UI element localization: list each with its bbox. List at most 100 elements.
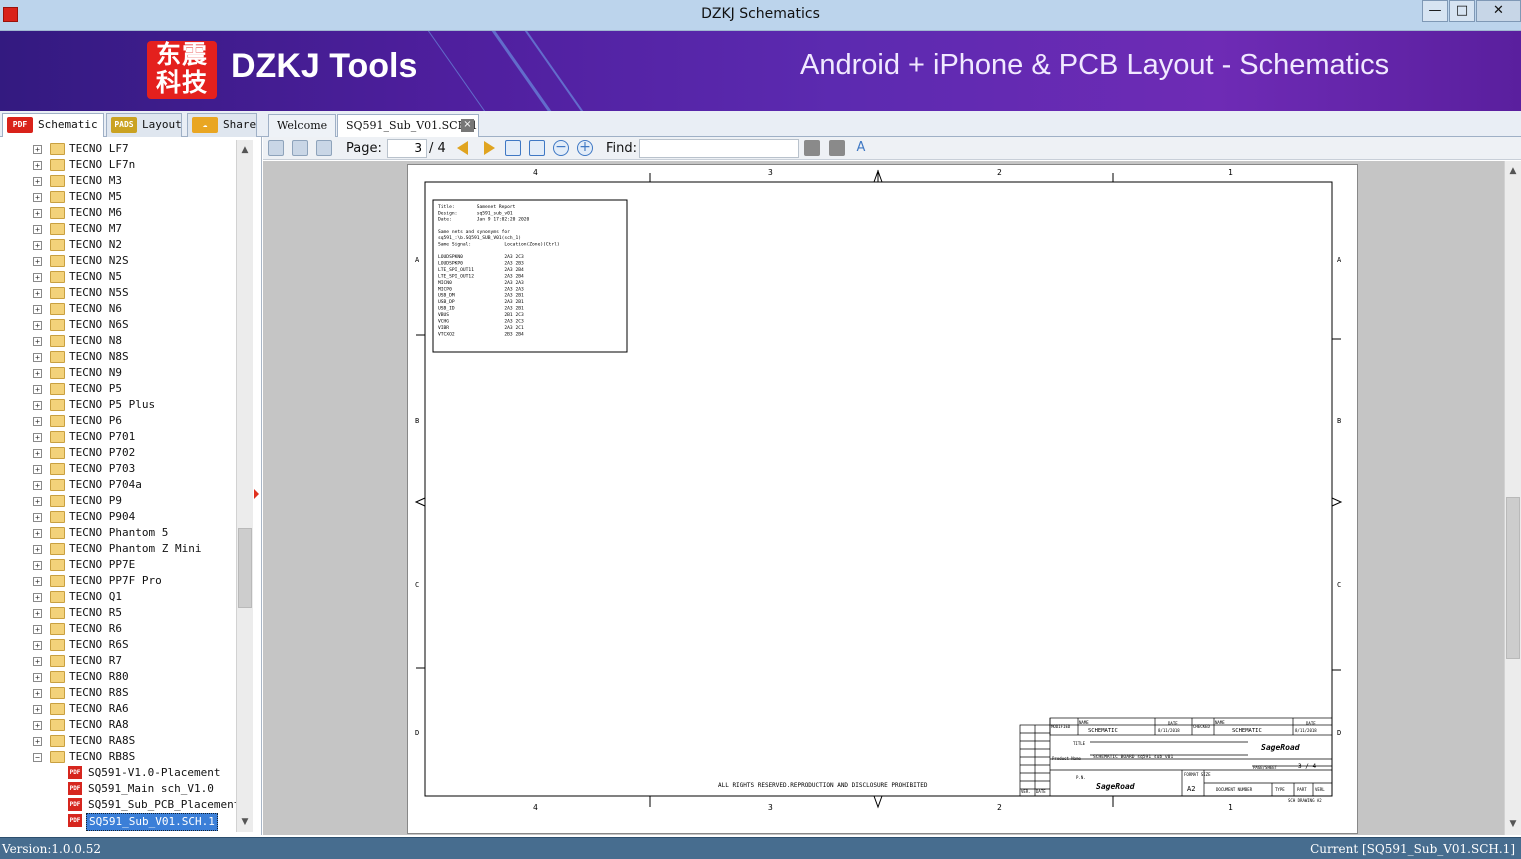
expand-icon[interactable]: + (33, 385, 42, 394)
expand-icon[interactable]: + (33, 273, 42, 282)
tree-folder[interactable]: + TECNO RA6 (0, 701, 234, 717)
tree-folder[interactable]: + TECNO RA8 (0, 717, 234, 733)
tree-folder[interactable]: + TECNO RA8S (0, 733, 234, 749)
expand-icon[interactable]: + (33, 529, 42, 538)
expand-icon[interactable]: + (33, 225, 42, 234)
expand-icon[interactable]: + (33, 177, 42, 186)
tree-folder[interactable]: + TECNO P701 (0, 429, 234, 445)
tree-folder[interactable]: + TECNO Phantom Z Mini (0, 541, 234, 557)
tree-folder[interactable]: + TECNO LF7 (0, 141, 234, 157)
tree-folder[interactable]: + TECNO N9 (0, 365, 234, 381)
fit-page-icon[interactable] (529, 140, 545, 156)
tree-scroll-thumb[interactable] (238, 528, 252, 608)
tree-folder[interactable]: + TECNO P5 (0, 381, 234, 397)
continuous-page-icon[interactable] (316, 140, 332, 156)
expand-icon[interactable]: + (33, 257, 42, 266)
tab-document[interactable]: SQ591_Sub_V01.SCH.1 × (337, 114, 479, 138)
tree-folder[interactable]: + TECNO N2 (0, 237, 234, 253)
tree-folder[interactable]: + TECNO R80 (0, 669, 234, 685)
tree-folder[interactable]: + TECNO N6 (0, 301, 234, 317)
tree-folder[interactable]: − TECNO RB8S (0, 749, 234, 765)
expand-icon[interactable]: + (33, 369, 42, 378)
tree-folder[interactable]: + TECNO P5 Plus (0, 397, 234, 413)
tree-folder[interactable]: + TECNO N8S (0, 349, 234, 365)
tab-schematic[interactable]: PDF Schematic (2, 113, 104, 138)
tree-folder[interactable]: + TECNO M3 (0, 173, 234, 189)
next-page-icon[interactable] (484, 141, 495, 155)
expand-icon[interactable]: + (33, 193, 42, 202)
expand-icon[interactable]: + (33, 577, 42, 586)
tree-file[interactable]: PDF SQ591_Sub_V01.SCH.1 (0, 813, 234, 831)
tree-folder[interactable]: + TECNO Phantom 5 (0, 525, 234, 541)
tab-layout[interactable]: PADS Layout (106, 113, 182, 137)
highlight-icon[interactable]: A (853, 140, 869, 156)
expand-icon[interactable]: + (33, 497, 42, 506)
tree-folder[interactable]: + TECNO N2S (0, 253, 234, 269)
expand-icon[interactable]: + (33, 449, 42, 458)
expand-icon[interactable]: + (33, 289, 42, 298)
scroll-up-icon[interactable]: ▲ (1505, 163, 1521, 179)
tree-scrollbar[interactable]: ▲ ▼ (236, 140, 253, 832)
tree-folder[interactable]: + TECNO N6S (0, 317, 234, 333)
viewer-scrollbar[interactable]: ▲ ▼ (1504, 161, 1521, 835)
zoom-out-icon[interactable]: − (553, 140, 569, 156)
zoom-in-icon[interactable]: + (577, 140, 593, 156)
close-button[interactable]: ✕ (1476, 0, 1521, 22)
tree-file[interactable]: PDF SQ591-V1.0-Placement (0, 765, 234, 781)
maximize-button[interactable]: □ (1449, 0, 1475, 22)
two-page-icon[interactable] (292, 140, 308, 156)
expand-icon[interactable]: + (33, 465, 42, 474)
expand-icon[interactable]: + (33, 705, 42, 714)
tab-welcome[interactable]: Welcome (268, 114, 336, 137)
tree-folder[interactable]: + TECNO P904 (0, 509, 234, 525)
expand-icon[interactable]: + (33, 689, 42, 698)
find-previous-icon[interactable] (804, 140, 820, 156)
tree-folder[interactable]: + TECNO N8 (0, 333, 234, 349)
tree-folder[interactable]: + TECNO M6 (0, 205, 234, 221)
scroll-down-icon[interactable]: ▼ (1505, 816, 1521, 832)
tree-folder[interactable]: + TECNO R8S (0, 685, 234, 701)
scroll-up-icon[interactable]: ▲ (237, 142, 253, 158)
expand-icon[interactable]: + (33, 609, 42, 618)
expand-icon[interactable]: + (33, 209, 42, 218)
tree-folder[interactable]: + TECNO P9 (0, 493, 234, 509)
expand-icon[interactable]: + (33, 641, 42, 650)
expand-icon[interactable]: + (33, 145, 42, 154)
expand-icon[interactable]: + (33, 417, 42, 426)
tree-folder[interactable]: + TECNO P703 (0, 461, 234, 477)
expand-icon[interactable]: + (33, 545, 42, 554)
expand-icon[interactable]: + (33, 673, 42, 682)
expand-icon[interactable]: + (33, 657, 42, 666)
expand-icon[interactable]: + (33, 241, 42, 250)
prev-page-icon[interactable] (457, 141, 468, 155)
tree-folder[interactable]: + TECNO R6S (0, 637, 234, 653)
tree-folder[interactable]: + TECNO Q1 (0, 589, 234, 605)
viewer-scroll-thumb[interactable] (1506, 497, 1520, 659)
tree-folder[interactable]: + TECNO N5 (0, 269, 234, 285)
expand-icon[interactable]: + (33, 481, 42, 490)
fit-width-icon[interactable] (505, 140, 521, 156)
splitter-arrow-icon[interactable] (254, 489, 259, 499)
expand-icon[interactable]: + (33, 513, 42, 522)
tree-folder[interactable]: + TECNO R6 (0, 621, 234, 637)
find-input[interactable] (639, 139, 799, 158)
expand-icon[interactable]: + (33, 561, 42, 570)
expand-icon[interactable]: + (33, 401, 42, 410)
expand-icon[interactable]: + (33, 737, 42, 746)
tab-share[interactable]: ☁ Share (187, 113, 257, 137)
tree-file[interactable]: PDF SQ591_Sub_PCB_Placement (0, 797, 240, 813)
tree-folder[interactable]: + TECNO R5 (0, 605, 234, 621)
collapse-icon[interactable]: − (33, 753, 42, 762)
tree-folder[interactable]: + TECNO M5 (0, 189, 234, 205)
tree-folder[interactable]: + TECNO M7 (0, 221, 234, 237)
expand-icon[interactable]: + (33, 353, 42, 362)
expand-icon[interactable]: + (33, 433, 42, 442)
expand-icon[interactable]: + (33, 337, 42, 346)
tree-folder[interactable]: + TECNO N5S (0, 285, 234, 301)
tree-folder[interactable]: + TECNO P6 (0, 413, 234, 429)
single-page-icon[interactable] (268, 140, 284, 156)
expand-icon[interactable]: + (33, 721, 42, 730)
scroll-down-icon[interactable]: ▼ (237, 814, 253, 830)
close-tab-icon[interactable]: × (461, 119, 474, 132)
find-next-icon[interactable] (829, 140, 845, 156)
